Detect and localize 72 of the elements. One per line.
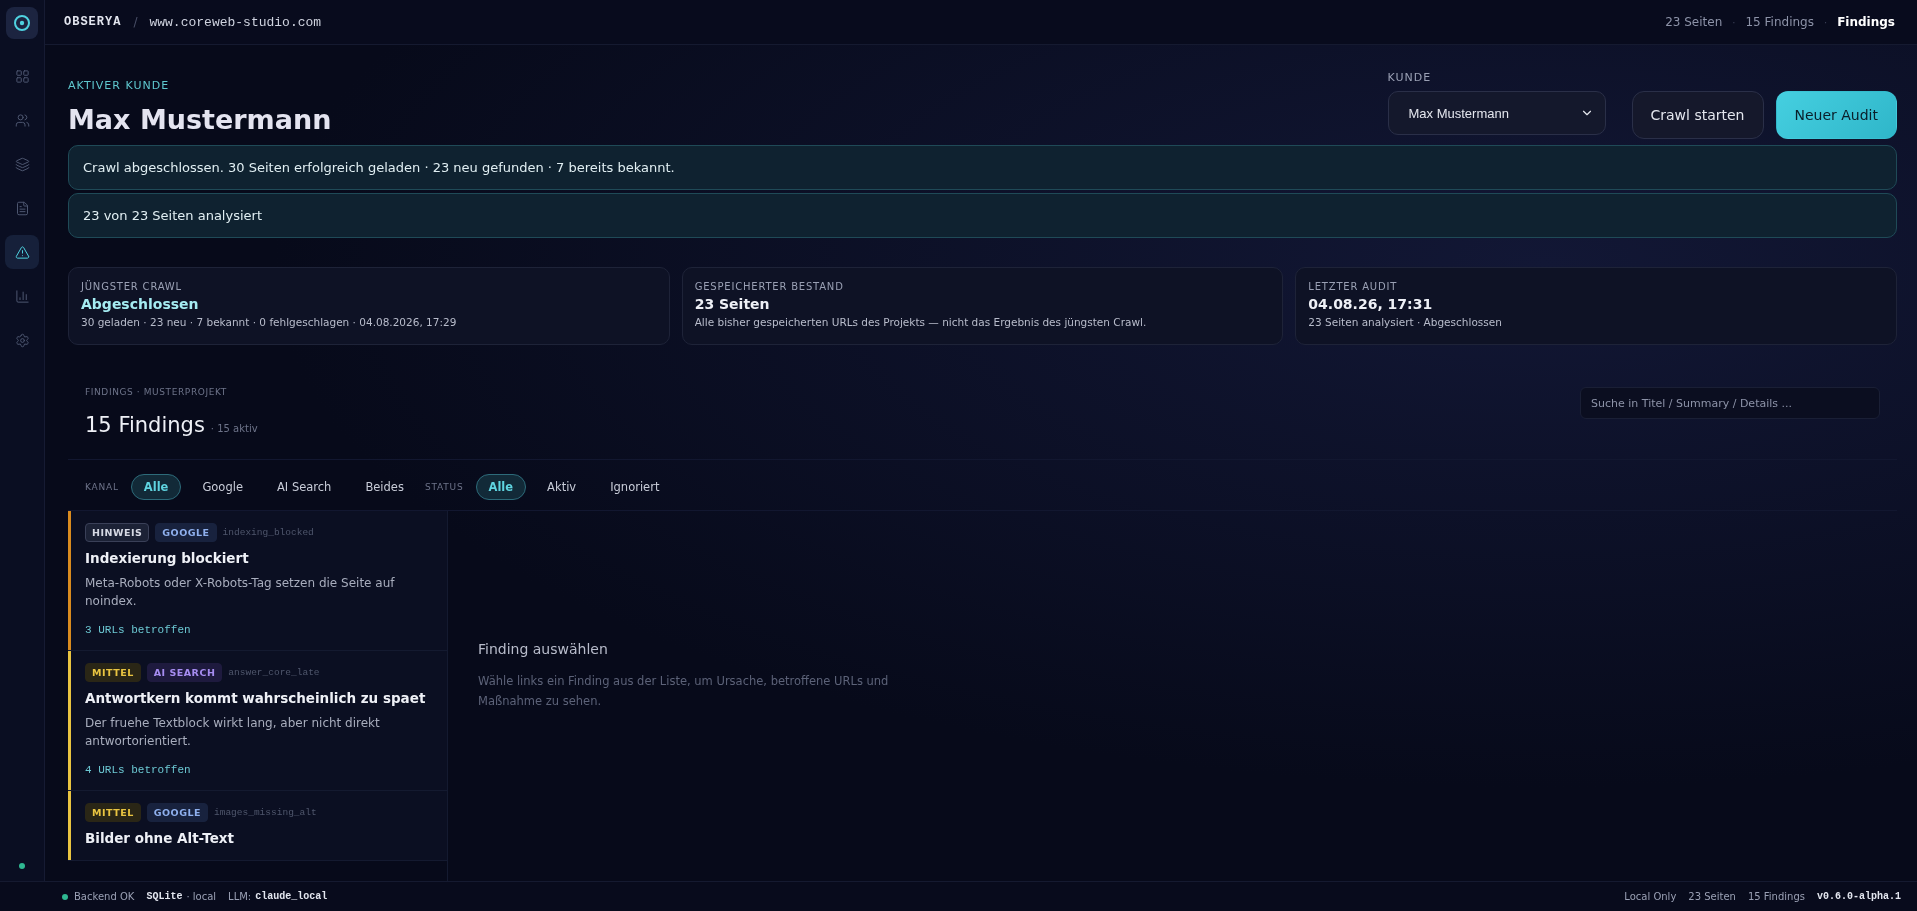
filter-chip[interactable]: Aktiv	[534, 474, 590, 500]
status-banner: 23 von 23 Seiten analysiert	[68, 193, 1897, 238]
finding-title: Bilder ohne Alt-Text	[85, 830, 235, 846]
card-value: 23 Seiten	[694, 296, 771, 312]
database-name: SQLite	[146, 891, 183, 902]
filter-chip[interactable]: AI Search	[263, 474, 345, 500]
status-dot	[19, 863, 25, 869]
finding-item[interactable]: MITTEL AI SEARCH answer_core_late Antwortkern kommt wahrscheinlich zu spaet Der fruehe Textblock wirkt lang, aber nicht direkt antwortorientiert. 4 URLs betroffen	[68, 651, 447, 791]
search-field[interactable]: Suche in Titel / Summary / Details ...	[1580, 387, 1880, 419]
card-detail: 30 geladen · 23 neu · 7 bekannt · 0 fehlgeschlagen · 04.08.2026, 17:29	[81, 316, 458, 328]
card-label: JÜNGSTER CRAWL	[81, 281, 183, 292]
filter-chip[interactable]: Alle	[130, 474, 182, 500]
filter-label: KANAL	[85, 482, 119, 492]
filter-chip[interactable]: Beides	[352, 474, 417, 500]
finding-title: Indexierung blockiert	[85, 550, 250, 566]
breadcrumb-item[interactable]: 15 Findings	[1745, 15, 1814, 29]
breadcrumb-item[interactable]: 23 Seiten	[1665, 15, 1723, 29]
brand-name: OBSERYA	[64, 15, 122, 29]
affected-urls: 3 URLs betroffen	[85, 624, 192, 636]
severity-badge: MITTEL	[85, 663, 141, 682]
card-detail: Alle bisher gespeicherten URLs des Projekts — nicht das Ergebnis des jüngsten Crawl.	[694, 316, 1148, 328]
version-label: v0.6.0-alpha.1	[1817, 891, 1901, 902]
status-item: Local Only	[1624, 891, 1677, 902]
channel-badge: GOOGLE	[146, 803, 208, 822]
breadcrumb-item[interactable]: Findings	[1837, 15, 1895, 29]
status-dot	[62, 893, 68, 900]
finding-item[interactable]: HINWEIS GOOGLE indexing_blocked Indexierung blockiert Meta-Robots oder X-Robots-Tag setzen die Seite auf noindex. 3 URLs betroffen	[68, 511, 447, 651]
customer-name: Max Mustermann	[68, 104, 333, 135]
finding-title: Antwortkern kommt wahrscheinlich zu spaet	[85, 690, 427, 706]
app-logo[interactable]	[6, 7, 38, 39]
channel-badge: AI SEARCH	[146, 663, 223, 682]
empty-state-title: Finding auswählen	[478, 641, 609, 657]
field-label: KUNDE	[1387, 71, 1433, 84]
filter-chip[interactable]: Alle	[475, 474, 527, 500]
status-item: 15 Findings	[1747, 891, 1805, 902]
finding-summary: Meta-Robots oder X-Robots-Tag setzen die Seite auf noindex.	[85, 575, 396, 610]
primary-button[interactable]: Neuer Audit	[1775, 91, 1897, 139]
llm-name: claude_local	[255, 891, 328, 902]
card-detail: 23 Seiten analysiert · Abgeschlossen	[1308, 316, 1503, 328]
status-banner: Crawl abgeschlossen. 30 Seiten erfolgreich geladen · 23 neu gefunden · 7 bereits bekannt.	[68, 145, 1897, 190]
empty-state-text: Wähle links ein Finding aus der Liste, um Ursache, betroffene URLs und Maßnahme zu sehen.	[478, 673, 890, 710]
llm-label: LLM:	[228, 891, 252, 902]
card-value: Abgeschlossen	[81, 296, 200, 312]
affected-urls: 4 URLs betroffen	[85, 764, 192, 776]
card-value: 04.08.26, 17:31	[1308, 296, 1434, 312]
severity-badge: HINWEIS	[85, 523, 150, 542]
section-eyebrow: AKTIVER KUNDE	[68, 79, 171, 92]
active-count: · 15 aktiv	[210, 423, 258, 434]
secondary-button[interactable]: Crawl starten	[1631, 91, 1764, 139]
finding-item[interactable]: MITTEL GOOGLE images_missing_alt Bilder ohne Alt-Text	[68, 791, 447, 861]
filter-chip[interactable]: Google	[189, 474, 256, 500]
finding-code: answer_core_late	[228, 667, 320, 678]
breadcrumb-separator: /	[133, 15, 138, 29]
customer-select[interactable]: Max Mustermann	[1387, 91, 1606, 135]
domain-name: www.coreweb-studio.com	[149, 14, 322, 30]
finding-summary: Der fruehe Textblock wirkt lang, aber nicht direkt antwortorientiert.	[85, 715, 381, 750]
status-item: 23 Seiten	[1688, 891, 1736, 902]
channel-badge: GOOGLE	[155, 523, 217, 542]
database-mode: · local	[186, 891, 217, 902]
backend-status: Backend OK	[74, 891, 135, 902]
separator-dot: ·	[1732, 16, 1736, 28]
warning-icon[interactable]	[5, 235, 39, 269]
section-eyebrow: FINDINGS · MUSTERPROJEKT	[85, 387, 228, 397]
findings-title: 15 Findings	[85, 413, 205, 437]
finding-code: indexing_blocked	[222, 527, 314, 538]
card-label: LETZTER AUDIT	[1308, 281, 1399, 292]
finding-code: images_missing_alt	[214, 807, 317, 818]
separator-dot: ·	[1823, 16, 1828, 28]
card-label: GESPEICHERTER BESTAND	[694, 281, 845, 292]
filter-chip[interactable]: Ignoriert	[597, 474, 673, 500]
filter-label: STATUS	[424, 482, 464, 492]
severity-badge: MITTEL	[85, 803, 141, 822]
